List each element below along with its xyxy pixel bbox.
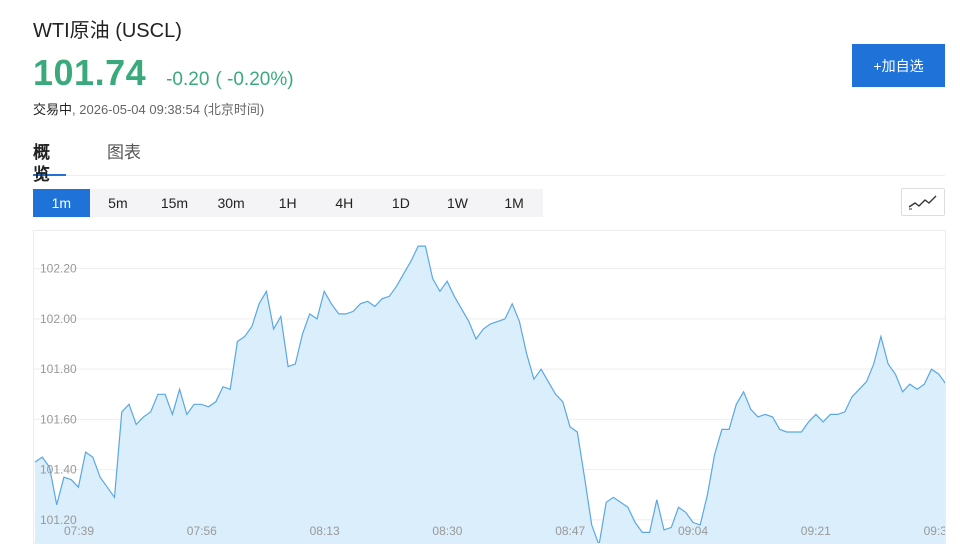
x-tick-label: 07:39 xyxy=(64,524,94,538)
interval-1w[interactable]: 1W xyxy=(429,189,486,217)
last-price: 101.74 xyxy=(33,52,147,93)
price-change-percent: ( -0.20%) xyxy=(215,69,294,90)
interval-1mo[interactable]: 1M xyxy=(486,189,543,217)
interval-30m[interactable]: 30m xyxy=(203,189,260,217)
y-tick-label: 101.80 xyxy=(40,362,77,376)
x-tick-label: 08:13 xyxy=(310,524,340,538)
interval-1m[interactable]: 1m xyxy=(33,189,90,217)
instrument-title: WTI原油 (USCL) xyxy=(33,20,182,42)
tab-bar: 概览 图表 xyxy=(33,142,945,184)
interval-selector: 1m 5m 15m 30m 1H 4H 1D 1W 1M xyxy=(33,189,543,217)
interval-1d[interactable]: 1D xyxy=(373,189,430,217)
interval-4h[interactable]: 4H xyxy=(316,189,373,217)
y-tick-label: 102.20 xyxy=(40,262,77,276)
interval-5m[interactable]: 5m xyxy=(90,189,147,217)
trading-status-row: 交易中, 2026-05-04 09:38:54 (北京时间) xyxy=(33,102,265,117)
y-tick-label: 102.00 xyxy=(40,312,77,326)
y-tick-label: 101.40 xyxy=(40,463,77,477)
trading-status: 交易中 xyxy=(33,102,73,117)
x-tick-label: 08:47 xyxy=(555,524,585,538)
price-chart-svg: 101.20101.40101.60101.80102.00102.2007:3… xyxy=(34,245,946,543)
interval-1h[interactable]: 1H xyxy=(259,189,316,217)
line-chart-icon xyxy=(908,195,937,210)
interval-15m[interactable]: 15m xyxy=(146,189,203,217)
quote-timestamp: 2026-05-04 09:38:54 (北京时间) xyxy=(79,102,265,117)
price-row: 101.74 -0.20 ( -0.20%) xyxy=(33,52,294,94)
x-tick-label: 09:21 xyxy=(801,524,831,538)
y-tick-label: 101.60 xyxy=(40,412,77,426)
tab-overview[interactable]: 概览 xyxy=(33,142,66,184)
x-tick-label: 07:56 xyxy=(187,524,217,538)
x-tick-label: 09:3 xyxy=(924,524,946,538)
tab-chart[interactable]: 图表 xyxy=(107,142,141,176)
x-tick-label: 08:30 xyxy=(432,524,462,538)
x-tick-label: 09:04 xyxy=(678,524,708,538)
price-chart: 101.20 101.40 101.60 101.80 102.00 102.20 07:3… xyxy=(33,230,946,544)
chart-type-button[interactable] xyxy=(901,188,945,216)
price-change: -0.20 xyxy=(166,69,210,90)
price-area-fill xyxy=(35,246,945,543)
add-to-watchlist-button[interactable]: +加自选 xyxy=(852,44,945,87)
